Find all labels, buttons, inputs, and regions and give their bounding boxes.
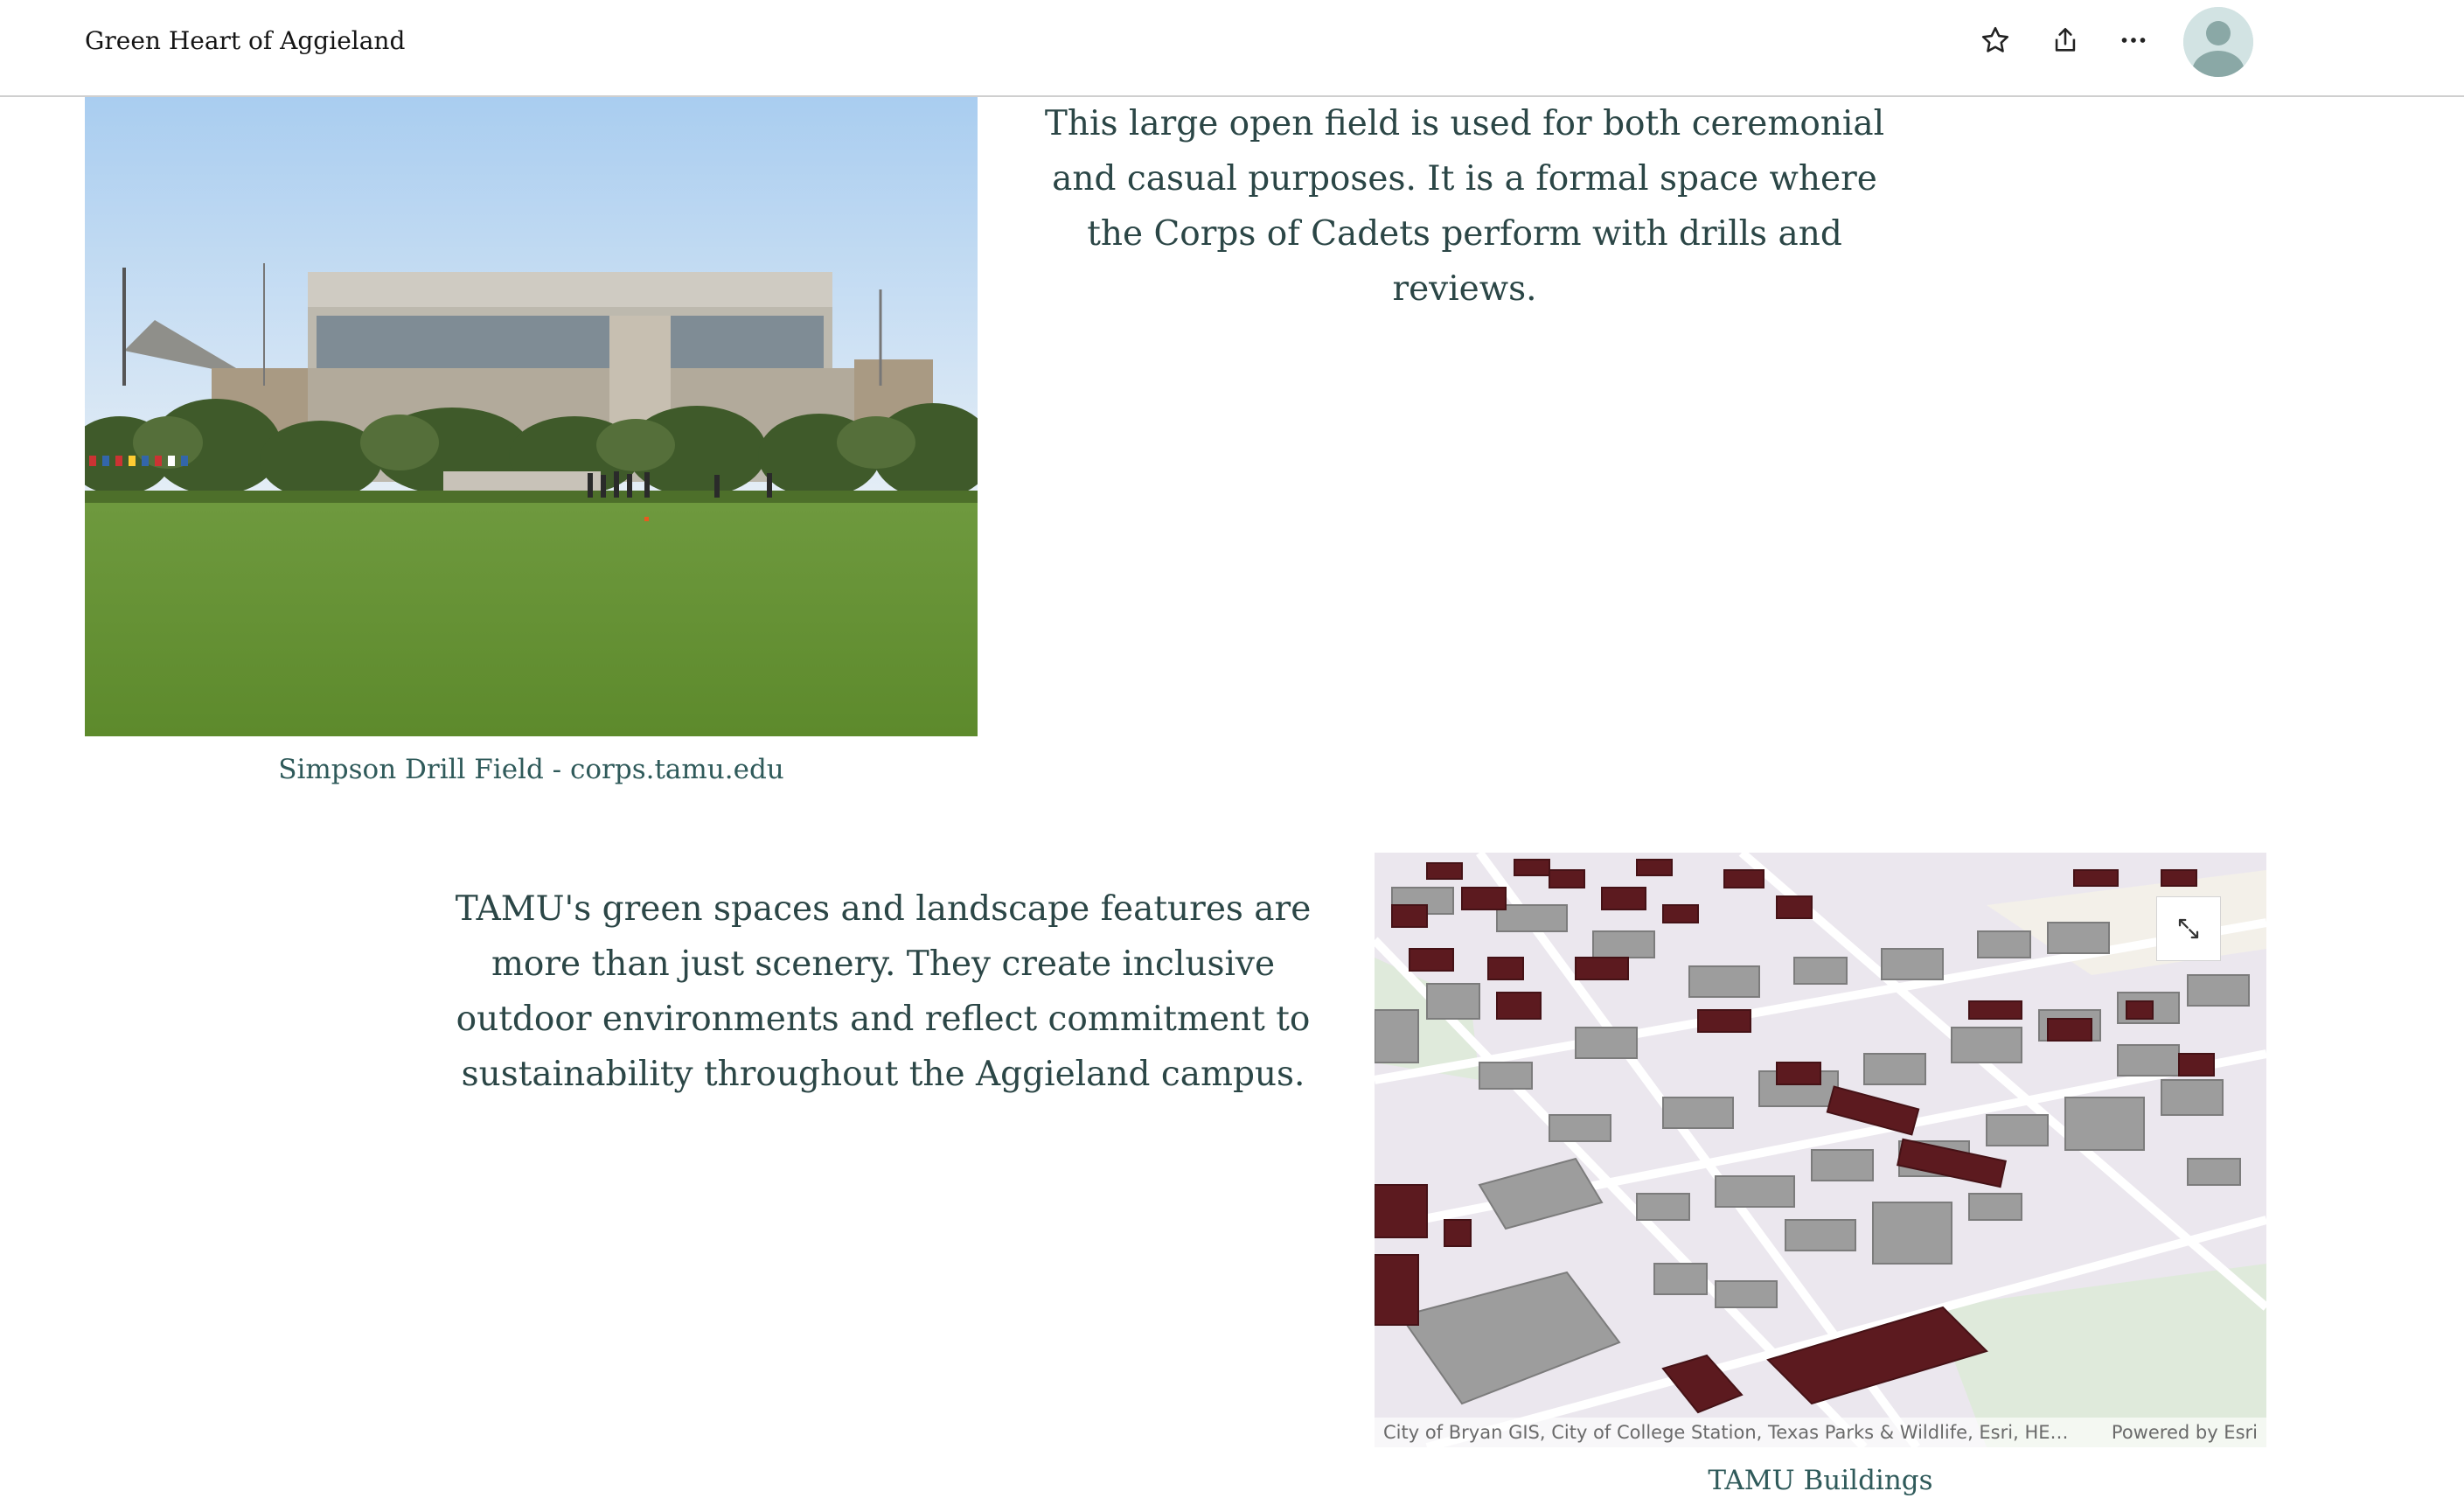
share-icon (2055, 27, 2076, 52)
drill-field-caption: Simpson Drill Field - corps.tamu.edu (278, 754, 784, 785)
map-attribution-bar: City of Bryan GIS, City of College Stati… (1375, 1418, 2266, 1447)
drill-field-photo (85, 97, 978, 736)
green-spaces-paragraph: TAMU's green spaces and landscape featur… (455, 889, 1312, 1094)
favorite-button[interactable] (1976, 21, 2015, 59)
user-avatar[interactable] (2183, 7, 2253, 77)
star-icon (1981, 26, 2009, 52)
drill-field-image (85, 97, 978, 736)
map-attribution[interactable]: City of Bryan GIS, City of College Stati… (1383, 1422, 2074, 1443)
share-button[interactable] (2046, 21, 2085, 59)
user-avatar-icon (2183, 7, 2253, 77)
map-scene (1375, 853, 2266, 1447)
map-expand-button[interactable] (2156, 896, 2221, 961)
expand-icon (2178, 918, 2199, 939)
more-icon (2121, 38, 2146, 43)
more-options-button[interactable] (2114, 21, 2153, 59)
powered-by-esri[interactable]: Powered by Esri (2112, 1422, 2258, 1443)
tamu-buildings-map[interactable]: City of Bryan GIS, City of College Stati… (1375, 853, 2266, 1447)
story-header: Green Heart of Aggieland (0, 0, 2464, 97)
drill-field-paragraph: This large open field is used for both c… (1044, 104, 1885, 309)
map-caption: TAMU Buildings (1708, 1465, 1933, 1496)
story-title[interactable]: Green Heart of Aggieland (85, 26, 405, 55)
